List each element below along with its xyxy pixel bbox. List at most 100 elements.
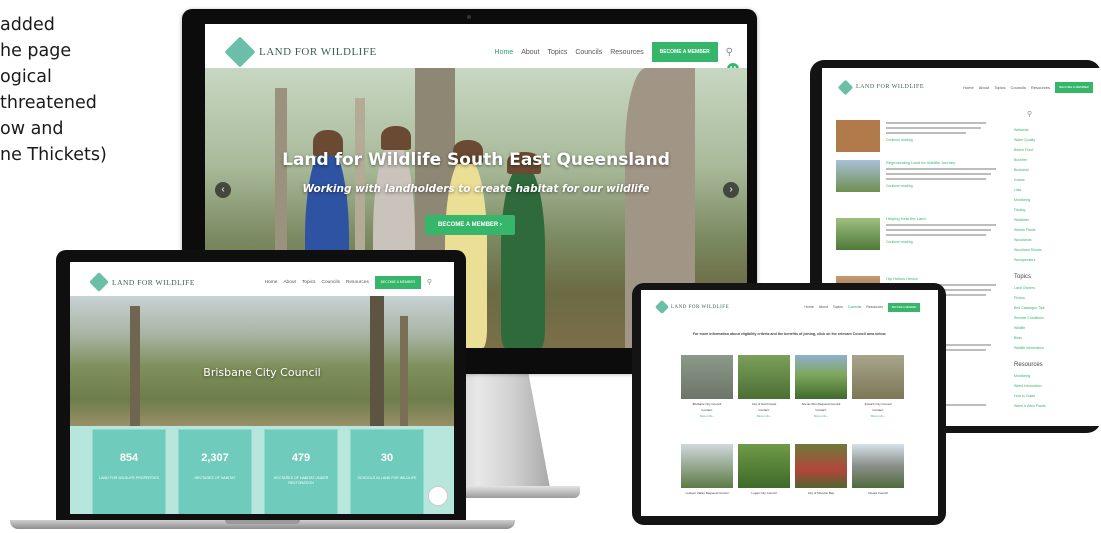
text-line: ne Thickets) <box>0 145 107 165</box>
council-name[interactable]: Ipswich City Council <box>848 402 908 406</box>
become-member-button[interactable]: BECOME A MEMBER <box>374 275 421 289</box>
post-image[interactable] <box>836 120 880 152</box>
nav-home[interactable]: Home <box>265 280 278 285</box>
more-info-link[interactable]: More info › <box>677 414 737 418</box>
council-image[interactable] <box>795 444 847 488</box>
nav-about[interactable]: About <box>283 280 296 285</box>
hero-subtitle: Working with landholders to create habit… <box>302 183 650 195</box>
council-name[interactable]: Noosa Council <box>848 491 908 495</box>
sidebar-category[interactable]: Bushfire <box>1014 158 1027 162</box>
nav-councils[interactable]: Councils <box>848 305 861 309</box>
nav-topics[interactable]: Topics <box>833 305 843 309</box>
post-image[interactable] <box>836 218 880 250</box>
sidebar-category[interactable]: Wetlands <box>1014 128 1029 132</box>
sidebar-category[interactable]: Weeds Plants <box>1014 228 1036 232</box>
council-name[interactable]: City of Gold Coast <box>734 402 794 406</box>
nav-topics[interactable]: Topics <box>548 49 568 56</box>
logo-text[interactable]: LAND FOR WILDLIFE <box>259 46 377 58</box>
logo-text[interactable]: LAND FOR WILDLIFE <box>112 278 195 287</box>
sidebar-category[interactable]: Woodland Shrubs <box>1014 248 1042 252</box>
text-line: threatened <box>0 93 97 113</box>
sidebar-topic[interactable]: Land Owners <box>1014 286 1035 290</box>
sidebar-category[interactable]: Wallabies <box>1014 218 1029 222</box>
nav-about[interactable]: About <box>979 85 989 90</box>
council-name[interactable]: Brisbane City Council <box>677 402 737 406</box>
nav-resources[interactable]: Resources <box>1031 85 1050 90</box>
become-member-button[interactable]: BECOME A MEMBER <box>888 302 920 312</box>
sidebar-category[interactable]: Koalas <box>1014 178 1025 182</box>
sidebar-topic[interactable]: Birds <box>1014 336 1022 340</box>
read-more-link[interactable]: Continue reading <box>886 138 913 142</box>
become-member-button[interactable]: BECOME A MEMBER <box>651 42 718 62</box>
sidebar-category[interactable]: Woodlands <box>1014 238 1031 242</box>
nav-resources[interactable]: Resources <box>610 49 643 56</box>
sidebar-topic[interactable]: Bird Catalogue Tips <box>1014 306 1045 310</box>
nav-resources[interactable]: Resources <box>346 280 369 285</box>
stat-value: 2,307 <box>201 452 229 464</box>
council-image[interactable] <box>852 444 904 488</box>
nav-home[interactable]: Home <box>963 85 974 90</box>
post-title[interactable]: Regenerating Land for Wildlife Journey <box>886 160 955 165</box>
council-image[interactable] <box>852 355 904 399</box>
hero-become-member-button[interactable]: BECOME A MEMBER › <box>425 215 515 235</box>
more-info-link[interactable]: More info › <box>848 414 908 418</box>
nav-about[interactable]: About <box>819 305 828 309</box>
post-image[interactable] <box>836 160 880 192</box>
nav-councils[interactable]: Councils <box>322 280 340 285</box>
logo-text[interactable]: LAND FOR WILDLIFE <box>671 305 729 310</box>
council-name[interactable]: Logan City Council <box>734 491 794 495</box>
sidebar-resource[interactable]: Weed Information <box>1014 384 1042 388</box>
read-more-link[interactable]: Continue reading <box>886 240 913 244</box>
search-icon[interactable]: ⚲ <box>1027 110 1032 118</box>
council-image[interactable] <box>795 355 847 399</box>
nav-topics[interactable]: Topics <box>994 85 1005 90</box>
sidebar-resource[interactable]: Monitoring <box>1014 374 1030 378</box>
council-image[interactable] <box>681 355 733 399</box>
resources-heading: Resources <box>1014 362 1043 368</box>
logo-icon[interactable] <box>654 299 670 315</box>
post-title[interactable]: Helping Heal the Land <box>886 216 926 221</box>
logo-text[interactable]: LAND FOR WILDLIFE <box>856 84 924 90</box>
hero-title: Brisbane City Council <box>203 366 321 379</box>
sidebar-resource[interactable]: Weed & Alien Plants <box>1014 404 1046 408</box>
more-info-link[interactable]: More info › <box>791 414 851 418</box>
nav-about[interactable]: About <box>521 49 539 56</box>
council-image[interactable] <box>738 444 790 488</box>
recaptcha-icon[interactable] <box>428 486 448 506</box>
council-name[interactable]: Lockyer Valley Regional Council <box>677 491 737 495</box>
logo-icon[interactable] <box>224 36 256 68</box>
chevron-right-icon[interactable]: › <box>723 182 739 198</box>
sidebar-topic[interactable]: Wildlife Information <box>1014 346 1044 350</box>
logo-icon[interactable] <box>89 272 109 292</box>
nav-home[interactable]: Home <box>804 305 813 309</box>
sidebar-topic[interactable]: Remote Conditions <box>1014 316 1044 320</box>
logo-icon[interactable] <box>837 79 854 95</box>
nav-resources[interactable]: Resources <box>866 305 883 309</box>
sidebar-category[interactable]: Fishing <box>1014 208 1025 212</box>
sidebar-resource[interactable]: How to Guide <box>1014 394 1035 398</box>
more-info-link[interactable]: More info › <box>734 414 794 418</box>
nav-councils[interactable]: Councils <box>1011 85 1026 90</box>
search-icon[interactable]: ⚲ <box>726 47 733 58</box>
sidebar-category[interactable]: Lists <box>1014 188 1021 192</box>
sidebar-category[interactable]: Woodpeckers <box>1014 258 1035 262</box>
sidebar-category[interactable]: Bushland <box>1014 168 1029 172</box>
council-image[interactable] <box>738 355 790 399</box>
become-member-button[interactable]: BECOME A MEMBER <box>1055 81 1093 93</box>
sidebar-topic[interactable]: Wildlife <box>1014 326 1025 330</box>
sidebar-topic[interactable]: Photos <box>1014 296 1025 300</box>
nav-home[interactable]: Home <box>495 49 514 56</box>
nav-topics[interactable]: Topics <box>302 280 316 285</box>
nav-councils[interactable]: Councils <box>575 49 602 56</box>
council-name[interactable]: City of Moreton Bay <box>791 491 851 495</box>
search-icon[interactable]: ⚲ <box>427 278 432 286</box>
read-more-link[interactable]: Continue reading <box>886 184 913 188</box>
sidebar-category[interactable]: Beach Front <box>1014 148 1033 152</box>
council-image[interactable] <box>681 444 733 488</box>
post-title[interactable]: Hip Hollow Hector <box>886 276 918 281</box>
chevron-left-icon[interactable]: ‹ <box>215 182 231 198</box>
sidebar-category[interactable]: Monitoring <box>1014 198 1030 202</box>
sidebar-category[interactable]: Water Quality <box>1014 138 1035 142</box>
council-name[interactable]: Scenic Rim Regional Council <box>791 402 851 406</box>
stat-card: 854 LAND FOR WILDLIFE PROPERTIES <box>92 429 166 514</box>
